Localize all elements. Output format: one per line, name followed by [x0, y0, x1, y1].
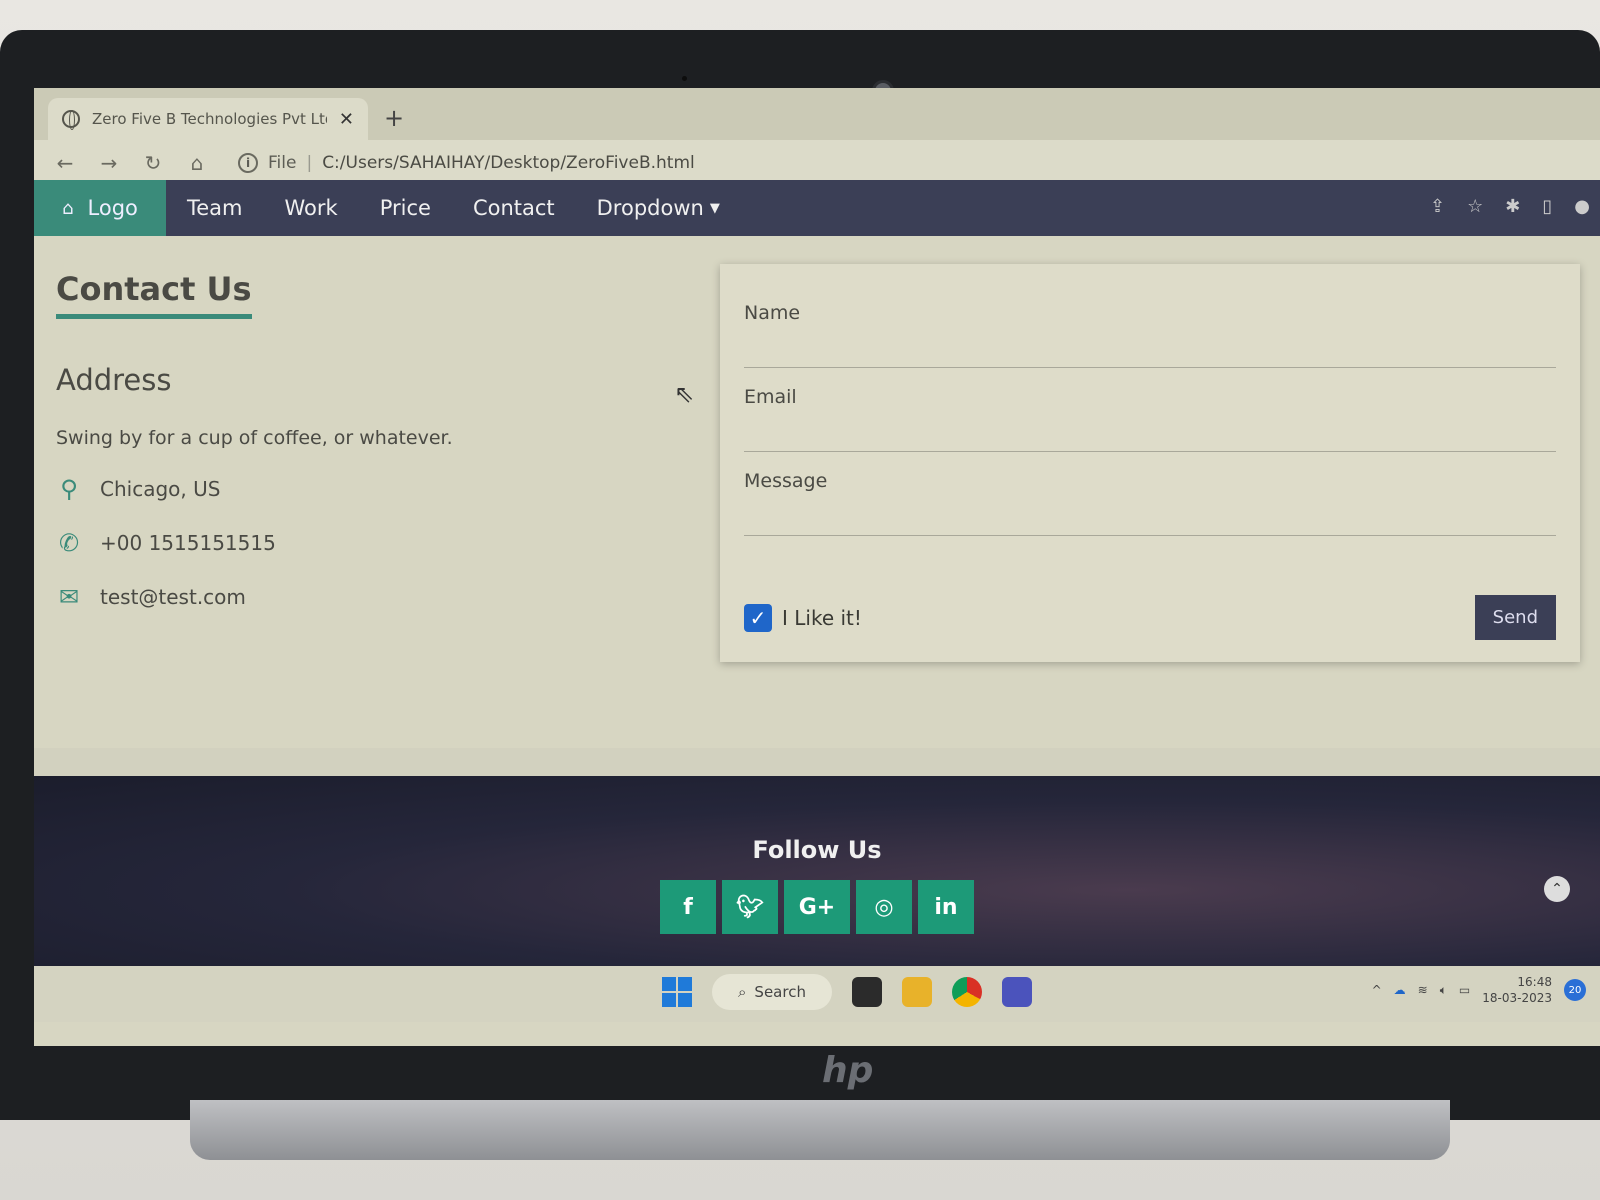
nav-logo-label: Logo: [87, 196, 138, 220]
facebook-icon[interactable]: f: [660, 880, 716, 934]
screen: Zero Five B Technologies Pvt Ltd ✕ + ← →…: [34, 88, 1600, 1046]
location-row: ⚲ Chicago, US: [56, 475, 696, 503]
tab-close-icon[interactable]: ✕: [339, 109, 354, 130]
battery-icon[interactable]: ▭: [1459, 983, 1470, 997]
nav-item-label: Work: [284, 196, 338, 220]
nav-item-price[interactable]: Price: [359, 180, 452, 236]
info-icon[interactable]: i: [238, 153, 258, 173]
name-label: Name: [744, 302, 801, 324]
instagram-icon[interactable]: ◎: [856, 880, 912, 934]
new-tab-button[interactable]: +: [384, 104, 404, 132]
chevron-up-icon[interactable]: ^: [1372, 983, 1382, 997]
clock-date: 18-03-2023: [1482, 991, 1552, 1005]
wifi-icon[interactable]: ≋: [1418, 983, 1428, 997]
name-field[interactable]: [744, 324, 1556, 368]
nav-logo[interactable]: ⌂ Logo: [34, 180, 166, 236]
footer: Follow Us f 🐦︎ G+ ◎ in ⌃: [34, 776, 1600, 966]
like-checkbox-label: I Like it!: [782, 605, 862, 630]
nav-item-dropdown[interactable]: Dropdown ▼: [576, 180, 741, 236]
browser-extension-icons: ⇪ ☆ ✱ ▯ ●: [1430, 196, 1590, 217]
home-icon: ⌂: [62, 197, 74, 219]
email-row: ✉ test@test.com: [56, 583, 696, 611]
message-label: Message: [744, 470, 828, 492]
like-checkbox[interactable]: ✓: [744, 603, 772, 632]
search-icon: ⌕: [738, 983, 747, 1001]
contact-form: Name Email Message ✓ I Like it! Send: [720, 264, 1580, 662]
twitter-icon[interactable]: 🐦︎: [722, 880, 778, 934]
taskbar-search-label: Search: [754, 983, 806, 1001]
nav-item-label: Price: [379, 196, 431, 220]
contact-title: Contact Us: [56, 270, 252, 319]
omnibox-separator: |: [306, 153, 313, 173]
mouse-cursor-icon: ⇖: [674, 380, 695, 408]
social-links: f 🐦︎ G+ ◎ in: [34, 880, 1600, 934]
laptop-base: [190, 1100, 1450, 1160]
omnibox-scheme: File: [268, 153, 297, 173]
forward-arrow-icon[interactable]: →: [98, 151, 120, 175]
clock-time: 16:48: [1517, 975, 1552, 989]
linkedin-icon[interactable]: in: [918, 880, 974, 934]
star-icon[interactable]: ☆: [1467, 196, 1483, 217]
caret-down-icon: ▼: [709, 200, 720, 216]
file-explorer-icon[interactable]: [902, 977, 932, 1007]
google-plus-icon[interactable]: G+: [784, 880, 850, 934]
sidepanel-icon[interactable]: ▯: [1542, 196, 1552, 217]
taskbar-search[interactable]: ⌕ Search: [712, 974, 832, 1010]
like-checkbox-wrap[interactable]: ✓ I Like it!: [744, 603, 862, 632]
nav-item-contact[interactable]: Contact: [452, 180, 576, 236]
browser-tab[interactable]: Zero Five B Technologies Pvt Ltd ✕: [48, 98, 368, 140]
tab-title: Zero Five B Technologies Pvt Ltd: [92, 110, 327, 128]
sensor-dot: [682, 76, 687, 81]
omnibox-url[interactable]: C:/Users/SAHAIHAY/Desktop/ZeroFiveB.html: [322, 153, 695, 173]
scroll-to-top-icon[interactable]: ⌃: [1544, 876, 1570, 902]
email-text: test@test.com: [100, 585, 246, 609]
location-text: Chicago, US: [100, 477, 221, 501]
send-button[interactable]: Send: [1474, 595, 1556, 640]
follow-us-heading: Follow Us: [752, 836, 882, 864]
windows-taskbar: ⌕ Search ^ ☁ ≋ 🔈︎ ▭ 16:48 18-03-2023 20: [34, 966, 1600, 1022]
share-icon[interactable]: ⇪: [1430, 196, 1445, 217]
home-icon[interactable]: ⌂: [186, 151, 208, 175]
email-field[interactable]: [744, 408, 1556, 452]
volume-icon[interactable]: 🔈︎: [1440, 983, 1447, 998]
windows-start-icon[interactable]: [662, 977, 692, 1007]
reload-icon[interactable]: ↻: [142, 151, 164, 175]
nav-item-team[interactable]: Team: [166, 180, 264, 236]
onedrive-icon[interactable]: ☁: [1394, 983, 1406, 997]
hp-logo: hp: [822, 1050, 874, 1091]
phone-row: ✆ +00 1515151515: [56, 529, 696, 557]
email-label: Email: [744, 386, 797, 408]
nav-item-label: Dropdown: [596, 196, 704, 220]
notification-badge[interactable]: 20: [1564, 979, 1586, 1001]
address-heading: Address: [56, 363, 172, 397]
system-tray: ^ ☁ ≋ 🔈︎ ▭ 16:48 18-03-2023 20: [1372, 974, 1586, 1006]
globe-icon: [62, 110, 80, 130]
broken-image-strip: [34, 748, 1600, 776]
address-intro: Swing by for a cup of coffee, or whateve…: [56, 427, 453, 449]
site-navbar: ⌂ Logo Team Work Price Contact Dropdown ▼…: [34, 180, 1600, 236]
tab-strip: Zero Five B Technologies Pvt Ltd ✕ +: [34, 88, 1600, 140]
taskbar-clock[interactable]: 16:48 18-03-2023: [1482, 974, 1552, 1006]
nav-item-work[interactable]: Work: [264, 180, 359, 236]
task-view-icon[interactable]: [852, 977, 882, 1007]
extensions-icon[interactable]: ✱: [1505, 196, 1520, 217]
teams-icon[interactable]: [1002, 977, 1032, 1007]
map-pin-icon: ⚲: [60, 475, 78, 503]
taskbar-apps: ⌕ Search: [662, 974, 1032, 1010]
profile-icon[interactable]: ●: [1574, 196, 1590, 217]
phone-text: +00 1515151515: [100, 531, 276, 555]
chrome-icon[interactable]: [952, 977, 982, 1007]
nav-item-label: Contact: [472, 196, 555, 220]
nav-item-label: Team: [187, 196, 243, 220]
message-field[interactable]: [744, 492, 1556, 536]
envelope-icon: ✉: [58, 583, 80, 611]
phone-icon: ✆: [58, 529, 80, 557]
form-actions: ✓ I Like it! Send: [744, 595, 1556, 640]
omnibox[interactable]: i File | C:/Users/SAHAIHAY/Desktop/ZeroF…: [238, 153, 695, 173]
contact-info: Contact Us Address Swing by for a cup of…: [56, 270, 696, 611]
back-arrow-icon[interactable]: ←: [54, 151, 76, 175]
